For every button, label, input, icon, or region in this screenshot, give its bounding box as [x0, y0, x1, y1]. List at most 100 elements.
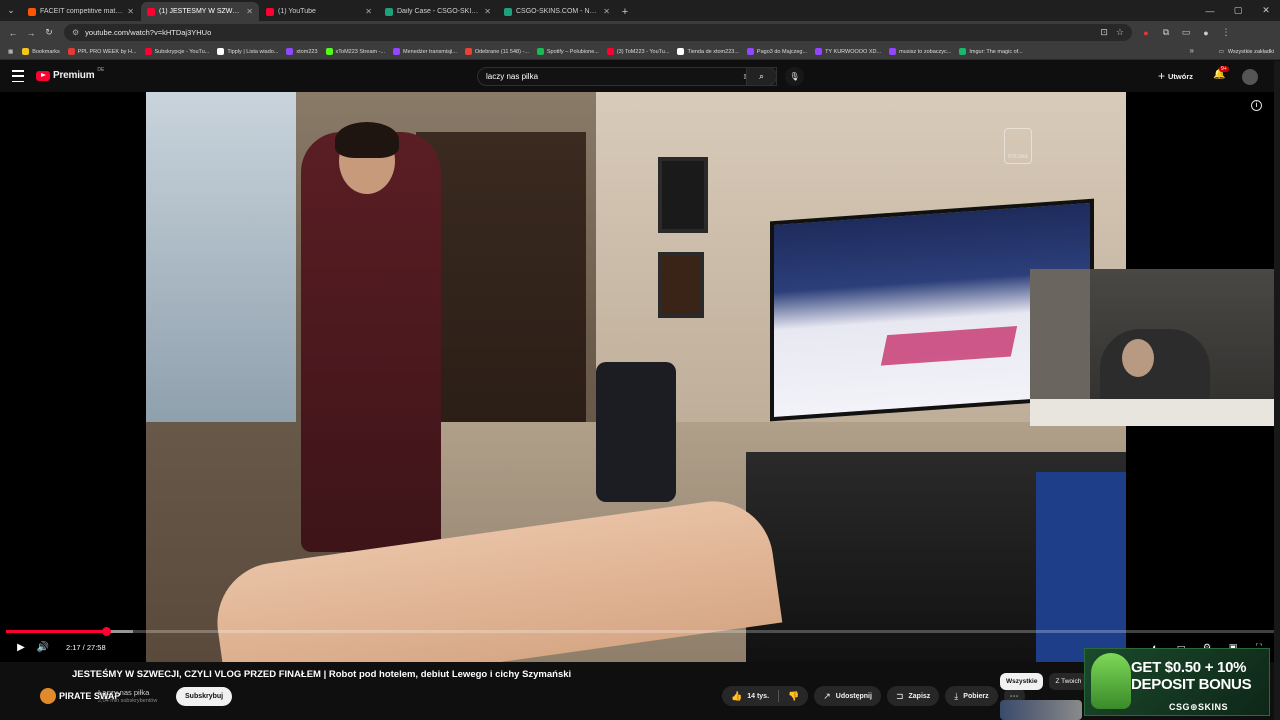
- site-info-icon[interactable]: ⚙: [72, 28, 79, 37]
- search-button[interactable]: ⌕: [746, 67, 777, 86]
- browser-tab[interactable]: (1) JESTEŚMY W SZWECJI, C✕: [141, 2, 259, 21]
- share-button[interactable]: ↗ Udostępnij: [814, 686, 881, 706]
- new-tab-button[interactable]: +: [617, 2, 633, 21]
- menu-icon[interactable]: [12, 70, 24, 82]
- bookmark-item[interactable]: xtom223: [282, 45, 321, 59]
- recommended-thumbnail[interactable]: [1000, 700, 1082, 720]
- window-scene: [146, 92, 296, 422]
- progress-bar[interactable]: [6, 627, 1274, 636]
- info-icon[interactable]: i: [1251, 100, 1262, 111]
- tab-close-icon[interactable]: ✕: [603, 7, 610, 16]
- bookmark-favicon-icon: [393, 48, 401, 55]
- bookmark-label: xToM223 Stream -...: [335, 48, 386, 55]
- apps-grid-icon[interactable]: ▦: [4, 45, 17, 59]
- youtube-premium-logo[interactable]: Premium DE: [36, 67, 104, 81]
- bookmark-favicon-icon: [815, 48, 823, 55]
- bookmark-item[interactable]: PPL PRO WEEK by H...: [64, 45, 141, 59]
- profile-icon[interactable]: ●: [1200, 27, 1212, 39]
- install-app-icon[interactable]: ⊡: [1100, 27, 1108, 38]
- chip-all[interactable]: Wszystkie: [1000, 673, 1044, 690]
- tab-close-icon[interactable]: ✕: [127, 7, 134, 16]
- tab-close-icon[interactable]: ✕: [246, 7, 253, 16]
- bookmark-item[interactable]: xToM223 Stream -...: [322, 45, 390, 59]
- tab-title: Daily Case - CSGO-SKINS.COM: [397, 8, 481, 15]
- bookmark-item[interactable]: musisz to zobaczyc...: [885, 45, 955, 59]
- forward-icon[interactable]: →: [22, 24, 40, 42]
- bookmarks-overflow-icon[interactable]: »: [1190, 46, 1194, 55]
- youtube-play-icon: [36, 70, 50, 81]
- address-bar-row: ← → ↻ ⚙ youtube.com/watch?v=kHTDaj3YHUo …: [0, 21, 1280, 44]
- tab-title: (1) YouTube: [278, 8, 316, 15]
- wall-picture: [658, 157, 708, 233]
- like-button[interactable]: 👍 14 tys. 👎: [722, 686, 809, 706]
- search-input[interactable]: laczy nas pilka ⌨ ✕: [477, 67, 777, 86]
- video-title: JESTEŚMY W SZWECJI, CZYLI VLOG PRZED FIN…: [72, 669, 572, 680]
- bookmark-item[interactable]: Tienda de xtom223...: [673, 45, 742, 59]
- bookmarks-bar: ▦ Bookmarks PPL PRO WEEK by H... Subskrypc…: [0, 44, 1280, 60]
- extensions-icon[interactable]: ⧉: [1160, 27, 1172, 39]
- notifications-button[interactable]: 🔔 9+: [1213, 66, 1229, 80]
- voice-search-button[interactable]: 🎙: [785, 67, 804, 86]
- wall-picture: [658, 252, 704, 318]
- played-bar: [6, 630, 107, 633]
- bookmark-item[interactable]: (3) ToM223 - YouTu...: [603, 45, 674, 59]
- browser-tab[interactable]: FACEIT competitive match - FA ✕: [22, 2, 140, 21]
- bookmark-item[interactable]: Menedżer transmisji...: [389, 45, 461, 59]
- bookmark-label: Spotify – Polubione...: [546, 48, 599, 55]
- minimize-icon[interactable]: —: [1196, 0, 1224, 21]
- subscribe-button[interactable]: Subskrybuj: [176, 687, 233, 706]
- account-avatar[interactable]: [1242, 69, 1258, 85]
- url-input[interactable]: ⚙ youtube.com/watch?v=kHTDaj3YHUo ⊡ ☆: [64, 24, 1132, 41]
- bookmark-item[interactable]: Spotify – Polubione...: [533, 45, 603, 59]
- video-frame[interactable]: POLSKA: [146, 92, 1126, 662]
- bookmark-item[interactable]: Subskrypcje - YouTu...: [141, 45, 214, 59]
- bookmark-favicon-icon: [464, 48, 472, 55]
- ad-line2: DEPOSIT BONUS: [1131, 676, 1252, 693]
- bookmark-item[interactable]: Bookmarks: [18, 45, 64, 59]
- bookmark-label: Subskrypcje - YouTu...: [154, 48, 210, 55]
- close-window-icon[interactable]: ✕: [1252, 0, 1280, 21]
- browser-menu-icon[interactable]: ⋮: [1220, 27, 1232, 39]
- bookmark-star-icon[interactable]: ☆: [1116, 27, 1124, 38]
- chip-from-channel[interactable]: Z Twoich: [1049, 673, 1088, 690]
- browser-tab[interactable]: CSGO-SKINS.COM - Najlepsze ✕: [498, 2, 616, 21]
- scrubber-handle[interactable]: [102, 627, 112, 636]
- create-button[interactable]: + Utwórz: [1158, 69, 1193, 83]
- window-controls: — ▢ ✕: [1196, 0, 1280, 21]
- bookmark-item[interactable]: Imgur: The magic of...: [955, 45, 1026, 59]
- tab-search-icon[interactable]: ⌄: [0, 0, 22, 21]
- video-player[interactable]: POLSKA i ▶ 🔊 2:17 / 27:58 ◐ ▭ ⚙ ▣ ⛶: [0, 92, 1280, 662]
- bookmark-label: Pago3 do Majczeg...: [756, 48, 808, 55]
- bookmark-item[interactable]: Tipply | Lista wiado...: [213, 45, 282, 59]
- bookmark-favicon-icon: [536, 48, 544, 55]
- save-button[interactable]: ⊐ Zapisz: [886, 686, 940, 706]
- browser-tab[interactable]: (1) YouTube ✕: [260, 2, 378, 21]
- bookmark-item[interactable]: TY KURWOOOO XD...: [811, 45, 885, 59]
- equipment-case: [1036, 472, 1126, 662]
- cast-icon[interactable]: ▭: [1180, 27, 1192, 39]
- page-scrollbar[interactable]: [1274, 61, 1280, 720]
- bookmark-label: xtom223: [296, 48, 318, 55]
- maximize-icon[interactable]: ▢: [1224, 0, 1252, 21]
- bookmark-label: musisz to zobaczyc...: [899, 48, 952, 55]
- tab-title: (1) JESTEŚMY W SZWECJI, C: [159, 8, 243, 15]
- reload-icon[interactable]: ↻: [40, 24, 58, 42]
- tab-close-icon[interactable]: ✕: [365, 7, 372, 16]
- opera-extension-icon[interactable]: ●: [1140, 27, 1152, 39]
- channel-name[interactable]: Łączy nas piłka: [98, 688, 149, 697]
- download-button[interactable]: ⤓ Pobierz: [945, 686, 998, 706]
- bookmark-label: TY KURWOOOO XD...: [825, 48, 882, 55]
- back-icon[interactable]: ←: [4, 24, 22, 42]
- bookmark-item[interactable]: Pago3 do Majczeg...: [743, 45, 811, 59]
- notification-badge: 9+: [1219, 66, 1229, 72]
- play-icon[interactable]: ▶: [10, 637, 32, 657]
- thumbs-down-icon[interactable]: 👎: [788, 691, 799, 702]
- browser-tab[interactable]: Daily Case - CSGO-SKINS.COM✕: [379, 2, 497, 21]
- bookmark-item[interactable]: Odebrane (11 548) -...: [461, 45, 533, 59]
- bookmark-icon: ⊐: [895, 690, 904, 701]
- tab-close-icon[interactable]: ✕: [484, 7, 491, 16]
- bookmark-label: Odebrane (11 548) -...: [474, 48, 529, 55]
- tab-favicon-icon: [28, 7, 36, 16]
- volume-icon[interactable]: 🔊: [32, 637, 54, 657]
- all-bookmarks-button[interactable]: ▭ Wszystkie zakładki: [1219, 44, 1274, 60]
